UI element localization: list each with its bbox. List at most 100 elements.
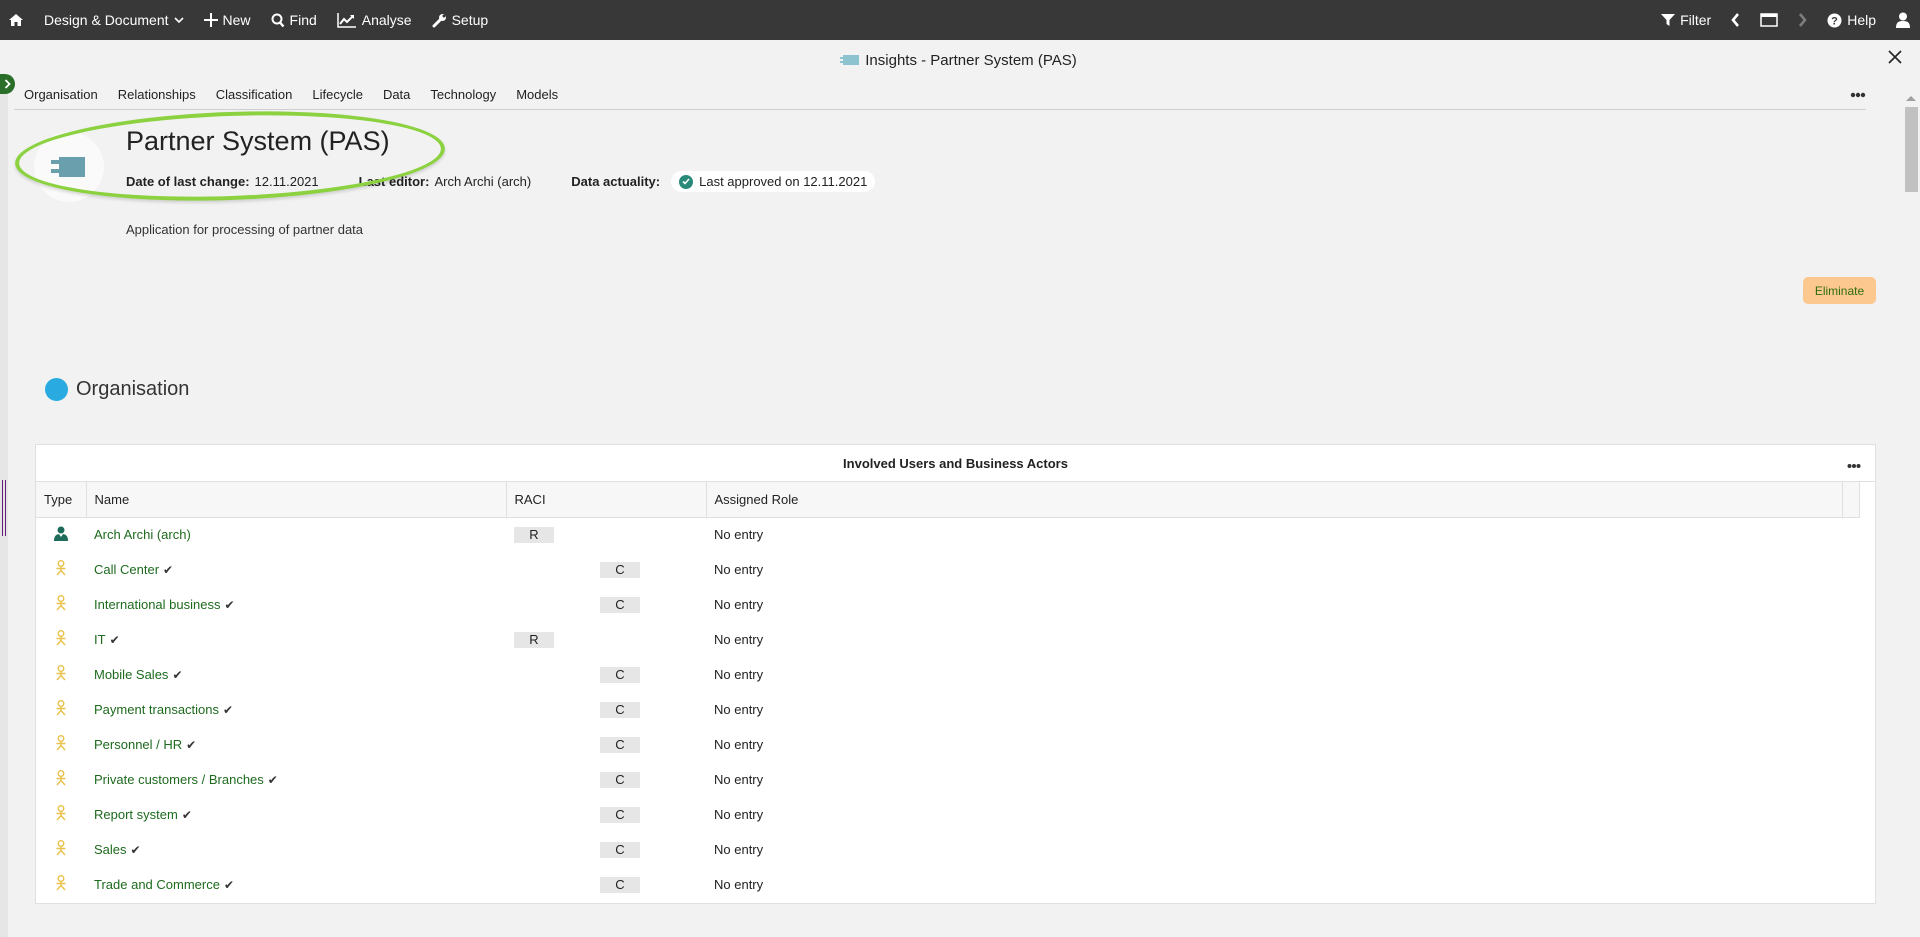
tab-relationships[interactable]: Relationships — [108, 81, 206, 109]
tab-classification[interactable]: Classification — [206, 81, 303, 109]
raci-badge: C — [600, 596, 640, 613]
type-cell — [36, 762, 86, 797]
status-badge[interactable]: Eliminate — [1803, 277, 1876, 304]
checkmark-icon: ✔ — [130, 843, 141, 857]
business-actor-icon — [55, 665, 67, 684]
type-cell — [36, 622, 86, 657]
table-row[interactable]: International business ✔ C No entry — [36, 587, 1860, 622]
analyse-button[interactable]: Analyse — [327, 0, 422, 40]
design-document-menu[interactable]: Design & Document — [34, 0, 194, 40]
table-row[interactable]: IT ✔ R No entry — [36, 622, 1860, 657]
business-actor-icon — [55, 840, 67, 859]
column-header-raci[interactable]: RACI — [506, 482, 707, 518]
raci-cell: C — [506, 587, 706, 622]
name-cell: Payment transactions ✔ — [86, 692, 506, 727]
organisation-section-heading: Organisation — [45, 378, 189, 401]
tab-models[interactable]: Models — [506, 81, 568, 109]
spacer-cell — [1843, 692, 1860, 727]
name-link[interactable]: International business — [94, 597, 220, 612]
tab-technology[interactable]: Technology — [420, 81, 506, 109]
top-navigation: Design & Document New Find Analyse Setup… — [0, 0, 1920, 40]
close-button[interactable] — [1888, 50, 1906, 68]
more-options-button[interactable] — [1850, 86, 1866, 101]
raci-badge: C — [600, 876, 640, 893]
spacer-cell — [1843, 762, 1860, 797]
back-button[interactable] — [1721, 0, 1750, 40]
column-header-name[interactable]: Name — [86, 482, 507, 518]
raci-badge: C — [600, 666, 640, 683]
new-button[interactable]: New — [194, 0, 261, 40]
column-header-type[interactable]: Type — [36, 482, 87, 518]
home-icon — [8, 13, 24, 27]
users-table: Type Name RACI Assigned Role Arch Archi … — [36, 482, 1860, 902]
table-row[interactable]: Personnel / HR ✔ C No entry — [36, 727, 1860, 762]
help-icon: ? — [1827, 13, 1842, 28]
find-label: Find — [289, 12, 317, 28]
tab-data[interactable]: Data — [373, 81, 420, 109]
name-link[interactable]: Call Center — [94, 562, 159, 577]
table-row[interactable]: Mobile Sales ✔ C No entry — [36, 657, 1860, 692]
user-menu-button[interactable] — [1886, 0, 1920, 40]
close-icon — [1888, 50, 1902, 67]
chart-icon — [337, 12, 357, 28]
design-document-label: Design & Document — [44, 12, 169, 28]
checkmark-icon: ✔ — [172, 668, 183, 682]
involved-users-card: Involved Users and Business Actors Type … — [35, 444, 1876, 904]
scrollbar-thumb[interactable] — [1905, 107, 1918, 192]
card-more-button[interactable] — [1847, 457, 1861, 472]
checkmark-icon: ✔ — [223, 878, 235, 892]
tab-organisation[interactable]: Organisation — [14, 81, 108, 109]
spacer-cell — [1843, 797, 1860, 832]
table-row[interactable]: Arch Archi (arch) R No entry — [36, 517, 1860, 552]
name-link[interactable]: Private customers / Branches — [94, 772, 264, 787]
filter-button[interactable]: Filter — [1653, 0, 1721, 40]
filter-label: Filter — [1680, 12, 1712, 28]
name-link[interactable]: Personnel / HR — [94, 737, 182, 752]
filter-icon — [1661, 13, 1676, 27]
editor-label: Last editor: — [358, 174, 430, 189]
check-circle-icon — [679, 174, 694, 189]
object-icon-container — [34, 132, 104, 202]
table-row[interactable]: Trade and Commerce ✔ C No entry — [36, 867, 1860, 902]
column-header-assigned-role[interactable]: Assigned Role — [706, 482, 1843, 518]
tab-lifecycle[interactable]: Lifecycle — [302, 81, 373, 109]
table-row[interactable]: Sales ✔ C No entry — [36, 832, 1860, 867]
scroll-up-arrow[interactable] — [1906, 96, 1916, 101]
resize-handle[interactable] — [2, 480, 6, 536]
table-row[interactable]: Call Center ✔ C No entry — [36, 552, 1860, 587]
forward-button[interactable] — [1788, 0, 1817, 40]
type-cell — [36, 867, 86, 902]
table-row[interactable]: Private customers / Branches ✔ C No entry — [36, 762, 1860, 797]
business-actor-icon — [55, 560, 67, 579]
spacer-cell — [1843, 552, 1860, 587]
side-panel-toggle[interactable] — [0, 74, 15, 94]
setup-button[interactable]: Setup — [422, 0, 499, 40]
table-row[interactable]: Report system ✔ C No entry — [36, 797, 1860, 832]
name-link[interactable]: Sales — [94, 842, 127, 857]
vertical-scrollbar[interactable] — [1903, 90, 1920, 937]
type-cell — [36, 552, 86, 587]
name-link[interactable]: Payment transactions — [94, 702, 219, 717]
name-link[interactable]: IT — [94, 632, 106, 647]
business-actor-icon — [55, 700, 67, 719]
name-cell: Call Center ✔ — [86, 552, 506, 587]
find-button[interactable]: Find — [261, 0, 327, 40]
table-row[interactable]: Payment transactions ✔ C No entry — [36, 692, 1860, 727]
assigned-role-cell: No entry — [714, 737, 764, 752]
actuality-value: Last approved on 12.11.2021 — [699, 174, 868, 189]
help-button[interactable]: ? Help — [1817, 0, 1886, 40]
spacer-cell — [1843, 727, 1860, 762]
checkmark-icon: ✔ — [109, 633, 120, 647]
type-cell — [36, 657, 86, 692]
wrench-icon — [432, 13, 447, 28]
window-button[interactable] — [1750, 0, 1788, 40]
section-color-dot — [45, 378, 68, 401]
column-header-spacer — [1842, 482, 1860, 518]
name-link[interactable]: Mobile Sales — [94, 667, 168, 682]
checkmark-icon: ✔ — [224, 598, 235, 612]
spacer-cell — [1843, 622, 1860, 657]
name-link[interactable]: Report system — [94, 807, 178, 822]
name-link[interactable]: Trade and Commerce — [94, 877, 220, 892]
home-button[interactable] — [0, 0, 34, 40]
name-link[interactable]: Arch Archi (arch) — [94, 527, 191, 542]
